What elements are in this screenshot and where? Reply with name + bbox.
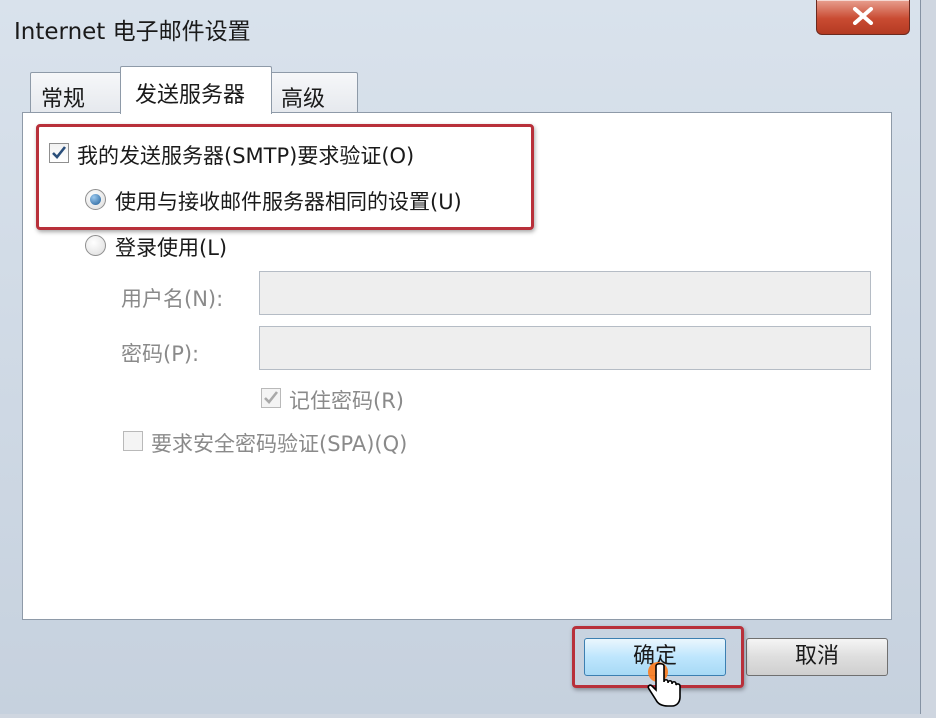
- checkmark-icon: [52, 146, 67, 159]
- use-same-settings-radio[interactable]: [85, 189, 106, 210]
- logon-using-label[interactable]: 登录使用(L): [115, 232, 227, 262]
- tab-panel-outgoing: 我的发送服务器(SMTP)要求验证(O) 使用与接收邮件服务器相同的设置(U) …: [22, 112, 892, 620]
- spa-label: 要求安全密码验证(SPA)(Q): [151, 432, 408, 456]
- tab-advanced-label: 高级: [281, 87, 326, 112]
- checkmark-icon: [264, 391, 279, 404]
- require-auth-checkbox[interactable]: [49, 143, 69, 163]
- close-button[interactable]: [816, 0, 910, 35]
- title-bar: Internet 电子邮件设置: [0, 0, 920, 50]
- close-icon: [853, 7, 873, 25]
- tab-general-label: 常规: [41, 87, 86, 112]
- tab-general[interactable]: 常规: [30, 72, 122, 112]
- remember-password-label: 记住密码(R): [289, 389, 404, 413]
- username-field: [259, 271, 871, 315]
- password-label: 密码(P):: [121, 342, 200, 366]
- dialog-window: Internet 电子邮件设置 常规 发送服务器 高级 我的发送服务器(SMTP…: [0, 0, 921, 714]
- radio-selected-dot: [90, 194, 101, 205]
- cancel-button[interactable]: 取消: [746, 638, 888, 676]
- use-same-settings-label[interactable]: 使用与接收邮件服务器相同的设置(U): [115, 186, 462, 216]
- remember-password-checkbox: [261, 388, 281, 408]
- hand-pointer-icon: [640, 660, 684, 718]
- spa-checkbox: [123, 431, 143, 451]
- password-field: [259, 326, 871, 370]
- window-title: Internet 电子邮件设置: [14, 19, 251, 45]
- tab-advanced[interactable]: 高级: [270, 72, 358, 112]
- logon-using-radio[interactable]: [85, 235, 106, 256]
- username-label: 用户名(N):: [121, 287, 224, 311]
- tab-outgoing-server-label: 发送服务器: [135, 83, 246, 108]
- tab-outgoing-server[interactable]: 发送服务器: [120, 66, 272, 114]
- require-auth-label[interactable]: 我的发送服务器(SMTP)要求验证(O): [77, 140, 414, 170]
